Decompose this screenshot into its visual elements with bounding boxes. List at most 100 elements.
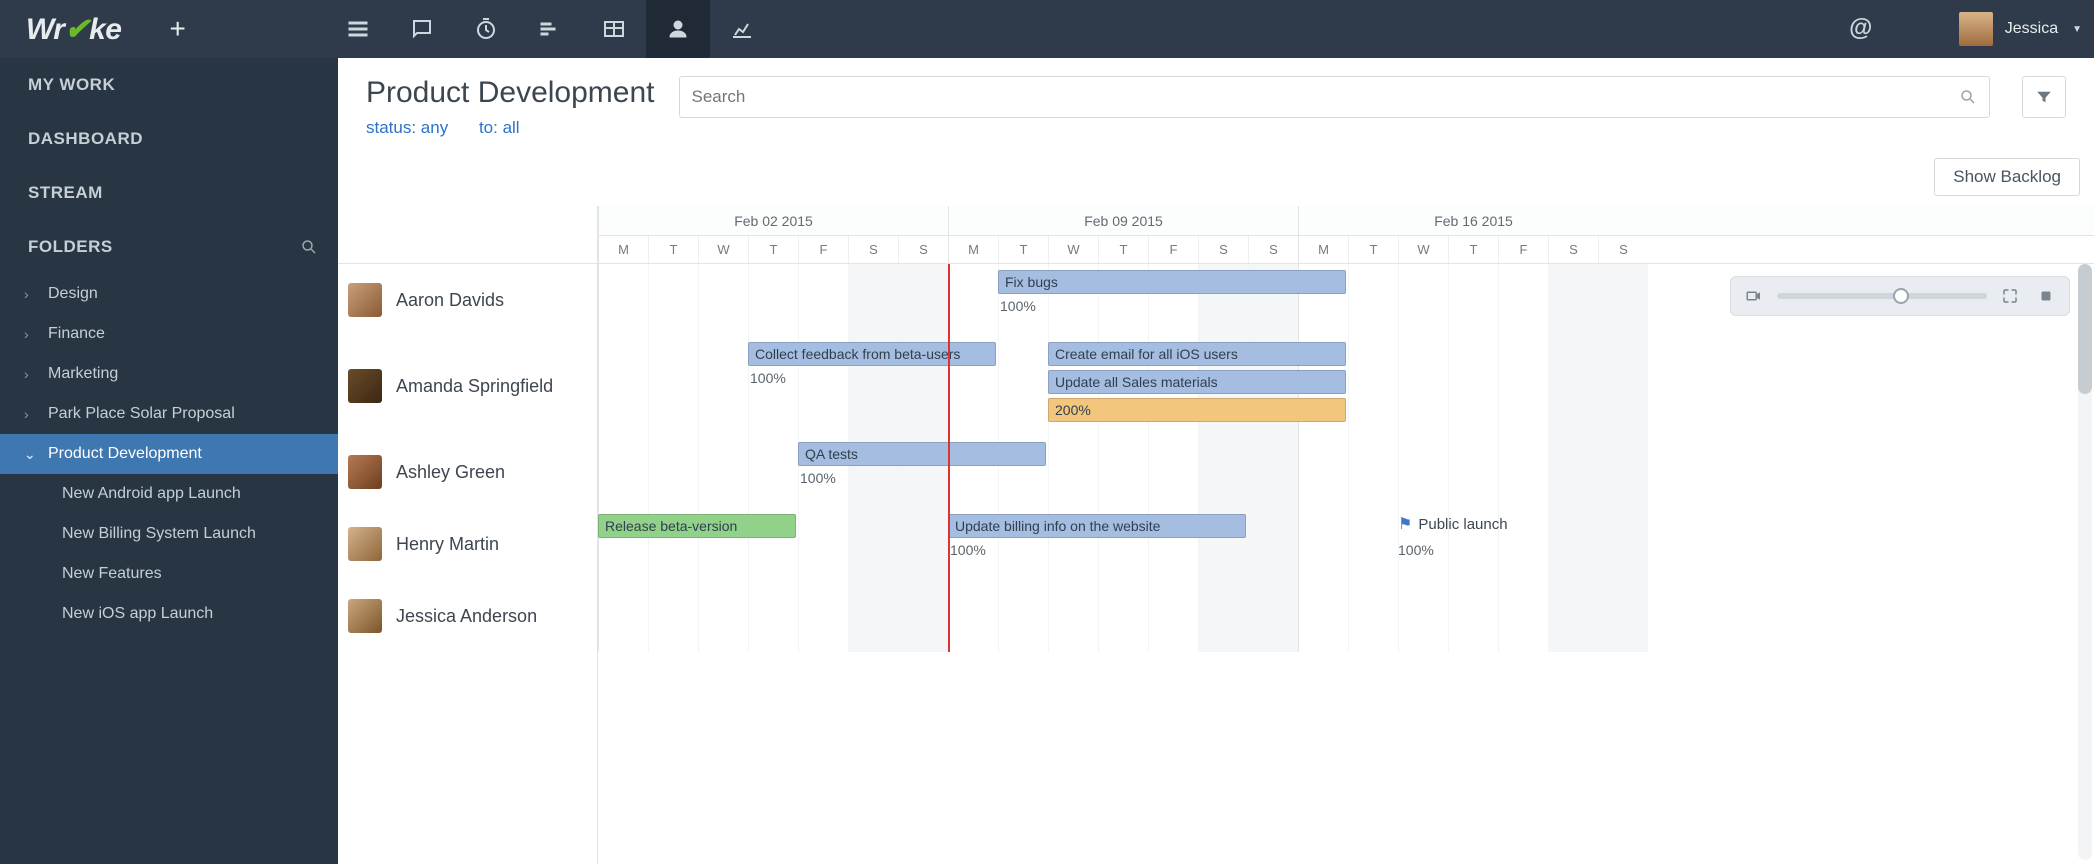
- person-row[interactable]: Ashley Green: [338, 436, 597, 508]
- analytics-icon[interactable]: [710, 0, 774, 58]
- task-bar[interactable]: Update all Sales materials: [1048, 370, 1346, 394]
- workload-timeline: Aaron DavidsAmanda SpringfieldAshley Gre…: [338, 206, 2094, 864]
- filters: status: any to: all: [366, 118, 655, 138]
- day-header: T: [998, 236, 1048, 263]
- avatar: [348, 283, 382, 317]
- allocation-percent: 100%: [1398, 542, 1434, 558]
- allocation-percent: 100%: [750, 370, 786, 386]
- day-header: S: [1248, 236, 1298, 263]
- folder-label: Marketing: [48, 365, 118, 383]
- search-icon[interactable]: [300, 238, 318, 256]
- view-switcher: [326, 0, 774, 58]
- person-row[interactable]: Aaron Davids: [338, 264, 597, 336]
- timeline-row: [598, 580, 2094, 652]
- search-icon: [1959, 88, 1977, 106]
- day-header: S: [1198, 236, 1248, 263]
- sidebar-dashboard[interactable]: DASHBOARD: [0, 112, 338, 166]
- allocation-percent: 100%: [800, 470, 836, 486]
- folder-row[interactable]: › Park Place Solar Proposal: [0, 394, 338, 434]
- folders-label: FOLDERS: [28, 237, 113, 257]
- person-row[interactable]: Henry Martin: [338, 508, 597, 580]
- milestone-label: Public launch: [1418, 516, 1507, 533]
- chevron-right-icon: ›: [24, 366, 40, 382]
- timeline-row: [598, 508, 2094, 580]
- timer-icon[interactable]: [454, 0, 518, 58]
- people-column: Aaron DavidsAmanda SpringfieldAshley Gre…: [338, 206, 598, 864]
- avatar: [1959, 12, 1993, 46]
- fullscreen-icon[interactable]: [1997, 283, 2023, 309]
- filter-button[interactable]: [2022, 76, 2066, 118]
- day-header: F: [1148, 236, 1198, 263]
- person-name: Henry Martin: [396, 534, 499, 555]
- day-header: S: [898, 236, 948, 263]
- chat-icon[interactable]: [390, 0, 454, 58]
- sidebar-my-work[interactable]: MY WORK: [0, 58, 338, 112]
- subfolder-row[interactable]: New Billing System Launch: [0, 514, 338, 554]
- day-header: W: [1048, 236, 1098, 263]
- timeline-grid[interactable]: Feb 02 2015Feb 09 2015Feb 16 2015 MTWTFS…: [598, 206, 2094, 864]
- stop-icon[interactable]: [2033, 283, 2059, 309]
- folder-row[interactable]: ⌄Product Development: [0, 434, 338, 474]
- page-title: Product Development: [366, 76, 655, 110]
- allocation-percent: 100%: [950, 542, 986, 558]
- media-slider[interactable]: [1777, 293, 1987, 299]
- week-header: Feb 02 2015: [598, 206, 948, 235]
- day-header: T: [1448, 236, 1498, 263]
- inbox-icon[interactable]: [1905, 14, 1931, 45]
- folder-row[interactable]: › Design: [0, 274, 338, 314]
- avatar: [348, 369, 382, 403]
- week-header: Feb 09 2015: [948, 206, 1298, 235]
- folder-label: Park Place Solar Proposal: [48, 405, 235, 423]
- day-header: S: [1548, 236, 1598, 263]
- media-control[interactable]: [1730, 276, 2070, 316]
- week-header: Feb 16 2015: [1298, 206, 1648, 235]
- folder-label: Design: [48, 285, 98, 303]
- folder-row[interactable]: ›Finance: [0, 314, 338, 354]
- person-name: Jessica Anderson: [396, 606, 537, 627]
- avatar: [348, 455, 382, 489]
- day-header: W: [698, 236, 748, 263]
- subfolder-row[interactable]: New Features: [0, 554, 338, 594]
- user-menu[interactable]: Jessica ▼: [1959, 12, 2082, 46]
- assignee-filter[interactable]: to: all: [479, 118, 520, 137]
- workload-view-icon[interactable]: [646, 0, 710, 58]
- chevron-down-icon: ▼: [2072, 24, 2082, 35]
- folder-label: Product Development: [48, 445, 202, 463]
- gantt-icon[interactable]: [518, 0, 582, 58]
- show-backlog-button[interactable]: Show Backlog: [1934, 158, 2080, 196]
- flag-icon: ⚑: [1398, 514, 1412, 534]
- day-header: W: [1398, 236, 1448, 263]
- folder-row[interactable]: › Marketing: [0, 354, 338, 394]
- task-bar[interactable]: Create email for all iOS users: [1048, 342, 1346, 366]
- search-box[interactable]: [679, 76, 1991, 118]
- status-filter[interactable]: status: any: [366, 118, 448, 137]
- task-bar[interactable]: Release beta-version: [598, 514, 796, 538]
- day-header: M: [598, 236, 648, 263]
- task-bar[interactable]: Fix bugs: [998, 270, 1346, 294]
- subfolder-row[interactable]: New Android app Launch: [0, 474, 338, 514]
- add-button[interactable]: +: [169, 13, 185, 45]
- subfolder-row[interactable]: New iOS app Launch: [0, 594, 338, 634]
- sidebar: MY WORK DASHBOARD STREAM FOLDERS › Design…: [0, 58, 338, 864]
- table-view-icon[interactable]: [582, 0, 646, 58]
- vertical-scrollbar[interactable]: [2078, 264, 2092, 860]
- logo[interactable]: Wr✔ke: [26, 12, 121, 47]
- person-row[interactable]: Amanda Springfield: [338, 336, 597, 436]
- chevron-right-icon: ›: [24, 406, 40, 422]
- topbar: Wr✔ke + @ Jessi: [0, 0, 2094, 58]
- day-header: T: [748, 236, 798, 263]
- list-view-icon[interactable]: [326, 0, 390, 58]
- task-bar[interactable]: Collect feedback from beta-users: [748, 342, 996, 366]
- mentions-icon[interactable]: @: [1847, 14, 1873, 45]
- day-header: F: [1498, 236, 1548, 263]
- sidebar-folders-header[interactable]: FOLDERS: [0, 220, 338, 274]
- milestone[interactable]: ⚑ Public launch: [1398, 514, 1508, 534]
- record-icon[interactable]: [1741, 283, 1767, 309]
- person-row[interactable]: Jessica Anderson: [338, 580, 597, 652]
- search-input[interactable]: [692, 87, 1960, 107]
- task-bar[interactable]: Update billing info on the website: [948, 514, 1246, 538]
- task-bar[interactable]: QA tests: [798, 442, 1046, 466]
- task-bar[interactable]: 200%: [1048, 398, 1346, 422]
- sidebar-stream[interactable]: STREAM: [0, 166, 338, 220]
- chevron-right-icon: ›: [24, 286, 40, 302]
